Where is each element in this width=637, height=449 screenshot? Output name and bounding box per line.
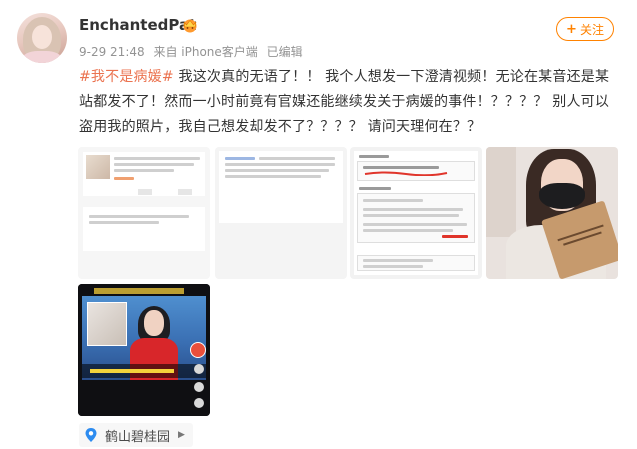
follow-button[interactable]: + 关注 — [556, 17, 614, 41]
image-thumbnail-4[interactable] — [486, 147, 618, 279]
avatar[interactable] — [17, 13, 67, 63]
avatar-face — [32, 25, 52, 49]
thumb-caption-text — [90, 369, 174, 373]
map-pin-icon — [85, 428, 97, 442]
like-icon — [194, 364, 204, 374]
hashtag-link[interactable]: #我不是病媛# — [79, 69, 174, 85]
username[interactable]: EnchantedPat — [79, 16, 196, 34]
follow-label: 关注 — [579, 22, 604, 37]
thumb-box — [357, 193, 475, 243]
thumb-anchor-face — [144, 310, 164, 336]
vip-crown-icon — [183, 19, 197, 33]
thumb-card — [219, 151, 343, 223]
share-icon — [194, 398, 204, 408]
thumb-creator-avatar — [190, 342, 206, 358]
thumb-box — [357, 255, 475, 271]
avatar-shirt — [22, 51, 62, 63]
red-underline-mark — [364, 171, 448, 176]
plus-icon: + — [566, 21, 577, 37]
chevron-right-icon: ▶ — [178, 430, 185, 440]
comment-icon — [194, 382, 204, 392]
image-thumbnail-3[interactable] — [350, 147, 482, 279]
thumb-title-bar — [94, 288, 184, 294]
post-source: 来自 iPhone客户端 — [153, 45, 258, 59]
thumb-background — [486, 147, 516, 237]
thumb-card — [83, 207, 205, 251]
video-thumbnail[interactable] — [78, 284, 210, 416]
post-time[interactable]: 9-29 21:48 — [79, 45, 145, 59]
post-body: #我不是病媛# 我这次真的无语了！！ 我个人想发一下澄清视频！无论在某音还是某站… — [79, 65, 619, 140]
thumb-card — [354, 151, 478, 275]
location-tag[interactable]: 鹤山碧桂园 ▶ — [79, 423, 193, 447]
thumb-buttons — [138, 189, 208, 197]
location-label: 鹤山碧桂园 — [105, 429, 171, 445]
post-edited[interactable]: 已编辑 — [267, 45, 303, 59]
thumb-mini-image — [86, 155, 110, 179]
image-thumbnail-2[interactable] — [215, 147, 347, 279]
image-thumbnail-1[interactable] — [78, 147, 210, 279]
post-meta: 9-29 21:48 来自 iPhone客户端 已编辑 — [79, 43, 308, 60]
thumb-inset-photo — [87, 302, 127, 346]
thumb-mask — [539, 183, 585, 209]
